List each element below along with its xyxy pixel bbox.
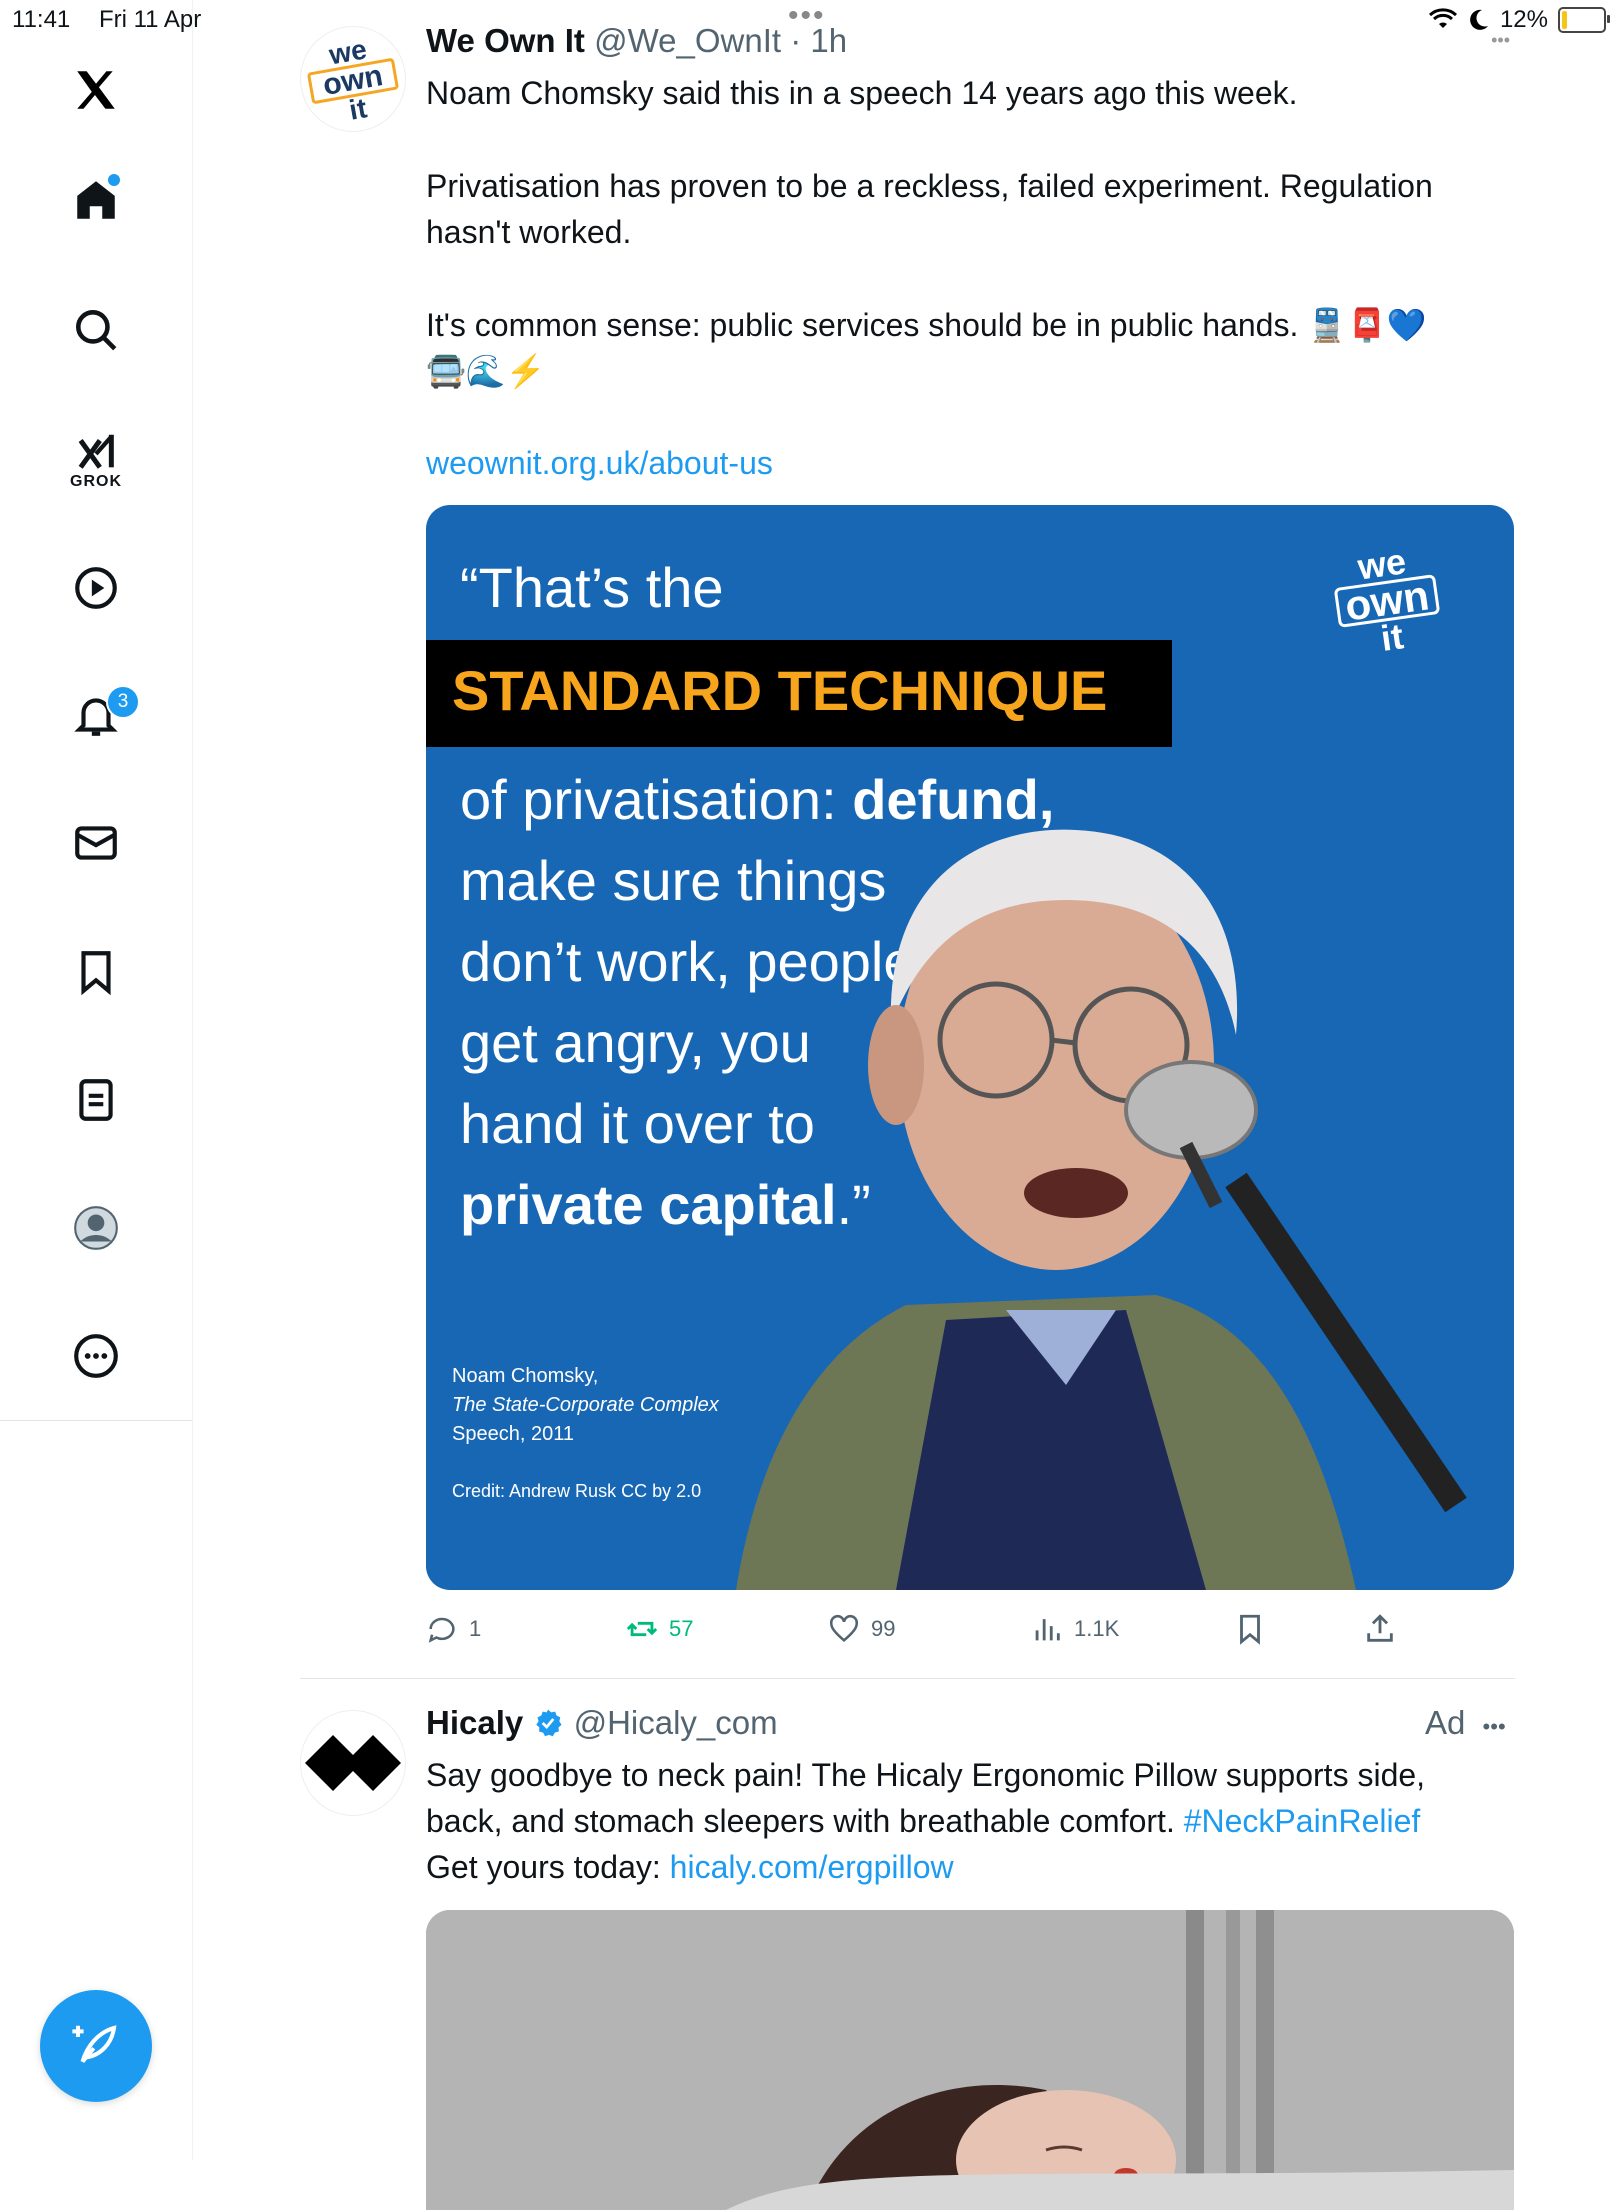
compose-button[interactable]	[40, 1990, 152, 2102]
tweet-text-line1: Noam Chomsky said this in a speech 14 ye…	[426, 75, 1298, 111]
sidebar-item-notifications[interactable]: 3	[46, 675, 146, 755]
retweet-count: 57	[669, 1616, 694, 1641]
woman-sleeping-photo	[426, 1910, 1514, 2210]
reply-count: 1	[469, 1616, 482, 1641]
tweet-text-line2: Privatisation has proven to be a reckles…	[426, 168, 1442, 250]
we-own-it-avatar[interactable]: we own it	[300, 26, 406, 132]
chomsky-photo	[736, 829, 1467, 1590]
tweet-actions: 1 57 99 1.1K	[425, 1612, 1425, 1652]
search-icon	[76, 310, 117, 351]
ad-text-cta: Get yours today:	[426, 1849, 670, 1885]
ad-author-name[interactable]: Hicaly	[426, 1704, 523, 1741]
x-logo-icon[interactable]	[46, 50, 146, 130]
verified-badge-icon	[536, 1709, 563, 1737]
sidebar-item-search[interactable]	[46, 290, 146, 370]
bookmark-button[interactable]	[1233, 1612, 1267, 1646]
ad-header: Hicaly @Hicaly_com	[426, 1704, 778, 1742]
sidebar-item-profile[interactable]	[46, 1188, 146, 1268]
bookmark-icon	[81, 951, 111, 996]
reply-button[interactable]: 1	[425, 1612, 481, 1646]
list-icon	[79, 1079, 113, 1121]
more-dots-icon[interactable]: •••	[1491, 30, 1510, 51]
grok-icon	[78, 434, 114, 469]
ad-label: Ad •••	[1425, 1704, 1506, 1742]
like-count: 99	[871, 1616, 896, 1641]
home-new-dot	[106, 172, 122, 188]
views-count: 1.1K	[1074, 1616, 1120, 1641]
sidebar-item-home[interactable]	[46, 160, 146, 240]
sidebar-item-bookmarks[interactable]	[46, 932, 146, 1012]
bookmark-icon	[1240, 1614, 1260, 1645]
more-circle-icon	[74, 1334, 118, 1378]
tweet-text-line3: It's common sense: public services shoul…	[426, 307, 1427, 343]
mail-icon	[75, 826, 117, 860]
wifi-icon	[1428, 8, 1457, 28]
ad-label-text: Ad	[1425, 1704, 1466, 1741]
tweet-text-line4: 🚍🌊⚡	[426, 353, 546, 389]
sidebar-item-messages[interactable]	[46, 803, 146, 883]
sidebar-item-more[interactable]	[46, 1316, 146, 1396]
sidebar: GROK 3	[0, 0, 193, 2160]
sidebar-item-lists[interactable]	[46, 1060, 146, 1140]
tweet-separator	[300, 1678, 1515, 1679]
views-button[interactable]: 1.1K	[1030, 1612, 1119, 1646]
ad-hashtag[interactable]: #NeckPainRelief	[1184, 1803, 1421, 1839]
tweet-link[interactable]: weownit.org.uk/about-us	[426, 440, 1506, 486]
like-button[interactable]: 99	[827, 1612, 895, 1646]
profile-avatar-icon	[74, 1206, 118, 1250]
battery-fill	[1562, 11, 1567, 29]
play-circle-icon	[75, 567, 117, 609]
author-name[interactable]: We Own It	[426, 22, 585, 59]
share-icon	[1367, 1614, 1393, 1642]
author-handle[interactable]: @We_OwnIt	[594, 22, 781, 59]
compose-feather-icon	[72, 2025, 117, 2064]
heart-icon	[829, 1614, 859, 1643]
grok-label: GROK	[70, 473, 122, 490]
hicaly-avatar[interactable]	[300, 1710, 406, 1816]
views-bar-icon	[1035, 1619, 1060, 1641]
sidebar-item-grok[interactable]: GROK	[46, 420, 146, 500]
battery-icon	[1558, 7, 1610, 33]
ad-video-media[interactable]	[426, 1910, 1514, 2210]
tweet-header: We Own It @We_OwnIt · 1h	[426, 22, 847, 60]
ad-text: Say goodbye to neck pain! The Hicaly Erg…	[426, 1752, 1506, 1890]
status-right: 12%	[1428, 6, 1610, 34]
ad-more-icon[interactable]: •••	[1483, 1714, 1506, 1739]
sidebar-item-videos[interactable]	[46, 548, 146, 628]
notifications-badge: 3	[106, 685, 140, 719]
tweet-image-quote-card[interactable]: “That’s the STANDARD TECHNIQUE of privat…	[426, 505, 1514, 1590]
tweet-time[interactable]: 1h	[810, 22, 847, 59]
retweet-icon	[626, 1621, 658, 1637]
ad-link[interactable]: hicaly.com/ergpillow	[670, 1849, 954, 1885]
retweet-button[interactable]: 57	[625, 1612, 693, 1646]
moon-icon	[1470, 9, 1488, 30]
reply-icon	[428, 1617, 455, 1643]
share-button[interactable]	[1363, 1612, 1397, 1646]
ad-author-handle[interactable]: @Hicaly_com	[574, 1704, 778, 1741]
header-separator: ·	[790, 22, 802, 59]
hicaly-logo-icon	[305, 1735, 401, 1791]
sidebar-divider	[0, 1420, 192, 1421]
